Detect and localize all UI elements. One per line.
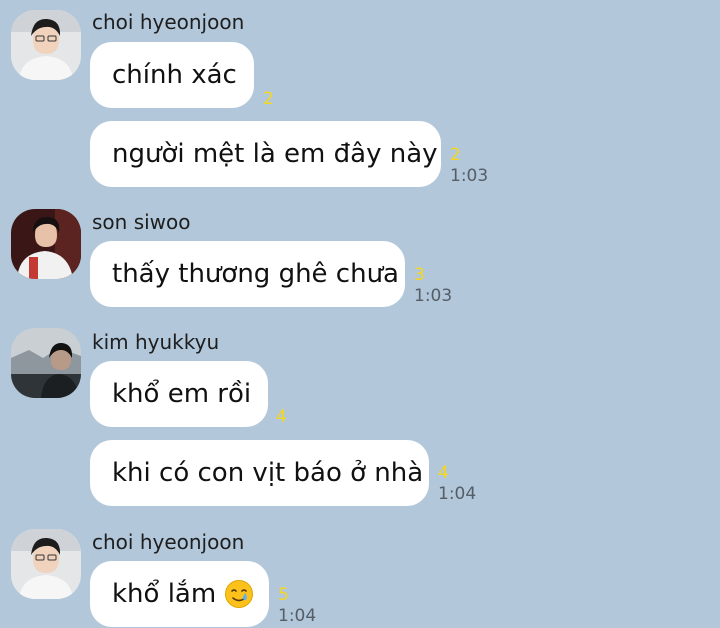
crying-smile-emoji — [224, 579, 254, 609]
profile-photo — [11, 328, 81, 398]
message-meta: 2 — [263, 89, 274, 109]
unread-count: 2 — [450, 145, 461, 165]
profile-photo — [11, 209, 81, 279]
message-bubble[interactable]: người mệt là em đây này — [90, 121, 441, 187]
unread-count: 4 — [438, 463, 449, 483]
avatar[interactable] — [11, 328, 81, 398]
message-text: chính xác — [112, 60, 237, 90]
message-text: khi có con vịt báo ở nhà — [112, 458, 424, 488]
message-bubble[interactable]: chính xác — [90, 42, 254, 108]
profile-photo — [11, 10, 81, 80]
sender-name: kim hyukkyu — [92, 330, 220, 354]
message-time: 1:04 — [438, 484, 477, 504]
message-meta: 4 1:04 — [438, 463, 476, 505]
sender-name: choi hyeonjoon — [92, 530, 245, 554]
unread-count: 3 — [414, 265, 425, 285]
message-text: người mệt là em đây này — [112, 139, 438, 169]
message-text: khổ lắm — [112, 579, 217, 609]
unread-count: 4 — [276, 407, 287, 427]
avatar[interactable] — [11, 10, 81, 80]
message-meta: 5 1:04 — [278, 585, 316, 627]
avatar[interactable] — [11, 529, 81, 599]
sender-name: choi hyeonjoon — [92, 10, 245, 34]
unread-count: 2 — [263, 89, 274, 109]
message-time: 1:03 — [450, 166, 489, 186]
unread-count: 5 — [278, 585, 289, 605]
message-meta: 2 1:03 — [450, 145, 488, 187]
message-text: khổ em rồi — [112, 379, 252, 409]
message-bubble[interactable]: khổ em rồi — [90, 361, 268, 427]
message-bubble[interactable]: khổ lắm — [90, 561, 269, 627]
message-meta: 4 — [276, 407, 287, 427]
message-meta: 3 1:03 — [414, 265, 452, 307]
avatar[interactable] — [11, 209, 81, 279]
message-time: 1:03 — [414, 286, 453, 306]
message-text: thấy thương ghê chưa — [112, 259, 399, 289]
message-bubble[interactable]: khi có con vịt báo ở nhà — [90, 440, 429, 506]
message-bubble[interactable]: thấy thương ghê chưa — [90, 241, 405, 307]
message-time: 1:04 — [278, 606, 317, 626]
profile-photo — [11, 529, 81, 599]
sender-name: son siwoo — [92, 210, 191, 234]
